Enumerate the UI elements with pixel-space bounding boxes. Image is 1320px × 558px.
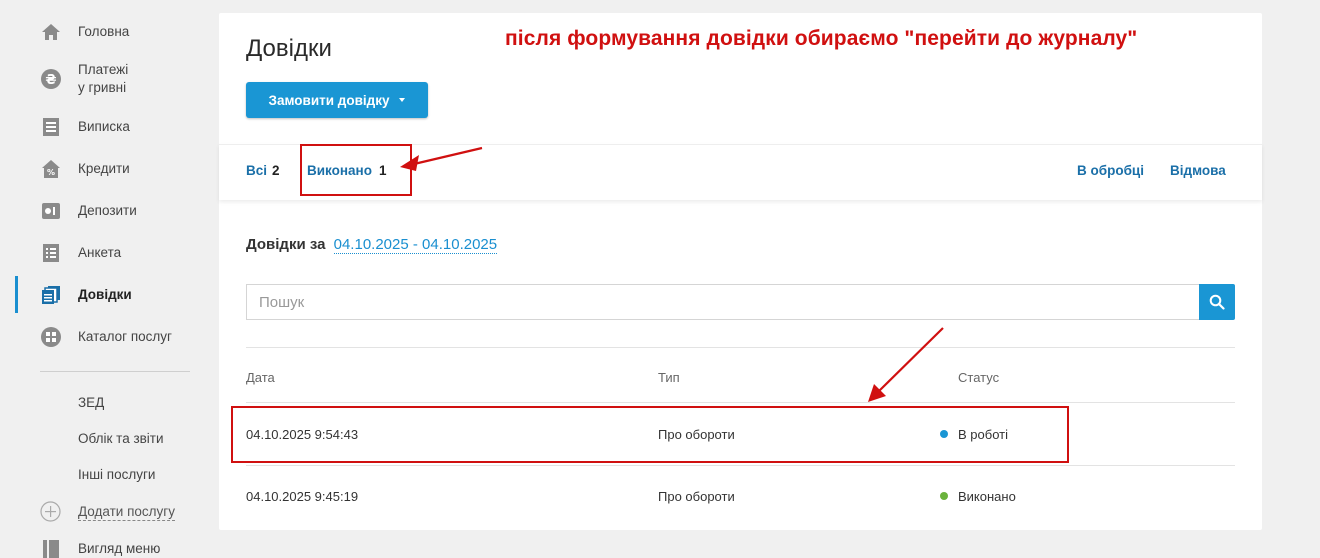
column-header-status[interactable]: Статус	[958, 370, 999, 385]
column-header-date[interactable]: Дата	[246, 370, 275, 385]
tab-rejected[interactable]: Відмова	[1170, 163, 1226, 178]
period-filter: Довідки за 04.10.2025 - 04.10.2025	[246, 236, 498, 254]
home-icon	[40, 21, 62, 43]
sidebar-item-label: Довідки	[78, 287, 132, 302]
sidebar-item-home[interactable]: Головна	[0, 22, 200, 42]
sidebar-divider	[40, 371, 190, 372]
plus-circle-icon[interactable]	[40, 501, 61, 527]
sidebar-item-questionnaire[interactable]: Анкета	[0, 243, 200, 263]
sidebar-item-label: Головна	[78, 24, 130, 39]
sidebar-item-label: Кредити	[78, 161, 130, 176]
statement-icon	[40, 116, 62, 138]
order-certificate-button[interactable]: Замовити довідку	[246, 82, 428, 118]
sidebar-item-statement[interactable]: Виписка	[0, 117, 200, 137]
row-date: 04.10.2025 9:45:19	[246, 489, 359, 504]
order-certificate-label: Замовити довідку	[268, 92, 390, 108]
divider	[246, 402, 1235, 403]
tab-count: 2	[272, 163, 280, 178]
credit-icon: %	[40, 158, 62, 180]
row-status: Виконано	[940, 489, 1016, 504]
sidebar-item-catalog[interactable]: Каталог послуг	[0, 327, 200, 347]
sidebar-item-label: Депозити	[78, 203, 137, 218]
annotation-highlight-row	[231, 406, 1069, 463]
tab-in-progress[interactable]: В обробці	[1077, 163, 1144, 178]
sidebar-item-payments[interactable]: ₴ Платежі у гривні	[0, 60, 200, 98]
page-title: Довідки	[246, 35, 332, 62]
status-dot-icon	[940, 492, 948, 500]
tab-all[interactable]: Всі 2	[246, 163, 280, 178]
sidebar-item-deposits[interactable]: Депозити	[0, 201, 200, 221]
column-header-type[interactable]: Тип	[658, 370, 680, 385]
period-label: Довідки за	[246, 236, 326, 253]
annotation-note: після формування довідки обираємо "перей…	[505, 27, 1138, 50]
sidebar-item-zed[interactable]: ЗЕД	[78, 395, 104, 410]
sidebar-item-accounting[interactable]: Облік та звіти	[78, 431, 164, 446]
sidebar-item-label: Виписка	[78, 119, 130, 134]
svg-text:₴: ₴	[45, 73, 56, 88]
sidebar-item-view-menu[interactable]: Вигляд меню	[78, 541, 160, 556]
sidebar: Головна ₴ Платежі у гривні Виписка % Кре…	[0, 0, 205, 558]
svg-text:%: %	[47, 168, 55, 177]
catalog-icon	[40, 326, 62, 348]
deposit-icon	[40, 200, 62, 222]
search-input[interactable]: Пошук	[246, 284, 1200, 320]
documents-icon	[40, 284, 62, 306]
row-type: Про обороти	[658, 489, 735, 504]
sidebar-item-label: Анкета	[78, 245, 122, 260]
sidebar-item-label: Платежі	[78, 62, 129, 77]
tab-label: Всі	[246, 163, 268, 178]
form-icon	[40, 242, 62, 264]
add-service-link[interactable]: Додати послугу	[78, 503, 175, 521]
search-icon	[1209, 294, 1225, 310]
sidebar-item-label-line2: у гривні	[78, 80, 127, 95]
search-button[interactable]	[1199, 284, 1235, 320]
menu-view-icon	[42, 539, 60, 558]
status-text: Виконано	[958, 489, 1016, 504]
sidebar-item-certificates[interactable]: Довідки	[0, 285, 200, 305]
sidebar-item-credits[interactable]: % Кредити	[0, 159, 200, 179]
sidebar-item-label: Каталог послуг	[78, 329, 172, 344]
annotation-highlight-tab	[300, 144, 412, 196]
sidebar-item-other-services[interactable]: Інші послуги	[78, 467, 155, 482]
period-date-range[interactable]: 04.10.2025 - 04.10.2025	[333, 236, 498, 254]
divider	[246, 465, 1235, 466]
divider	[246, 347, 1235, 348]
hryvnia-icon: ₴	[40, 68, 62, 90]
chevron-down-icon	[399, 98, 406, 102]
